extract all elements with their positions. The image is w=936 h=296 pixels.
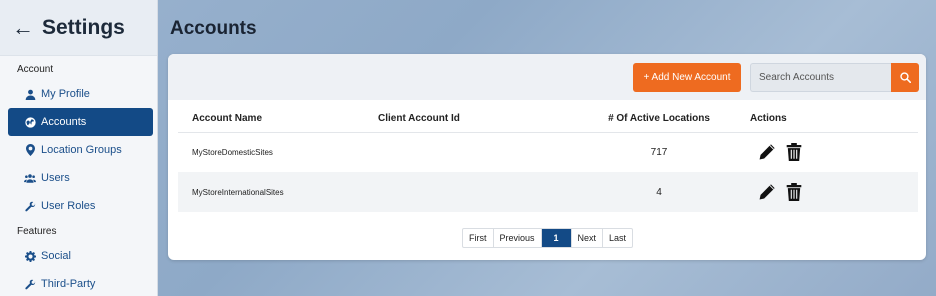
section-label-account: Account [17, 63, 54, 75]
sidebar-item-label: Location Groups [41, 144, 122, 156]
users-icon [24, 173, 36, 184]
wrench-icon [24, 279, 36, 290]
pagination-previous[interactable]: Previous [494, 229, 542, 247]
pagination-current-page[interactable]: 1 [541, 229, 572, 247]
pagination: First Previous 1 Next Last [462, 228, 634, 248]
gear-icon [24, 250, 36, 262]
pagination-next[interactable]: Next [572, 229, 604, 247]
sidebar-item-users[interactable]: Users [8, 164, 153, 192]
edit-pencil-icon[interactable] [758, 183, 776, 201]
table-header-row: Account Name Client Account Id # Of Acti… [178, 106, 918, 133]
sidebar-item-label: Third-Party [41, 278, 96, 290]
sidebar-header: ← Settings [0, 0, 157, 56]
client-account-id-cell [378, 132, 578, 172]
search-icon [899, 72, 911, 83]
settings-sidebar: ← Settings Account My Profile Accounts L… [0, 0, 158, 296]
table-row: MyStoreInternationalSites 4 [178, 172, 918, 212]
column-header-client-account-id[interactable]: Client Account Id [378, 106, 578, 133]
globe-icon [24, 116, 36, 128]
wrench-icon [24, 201, 36, 212]
account-name-cell[interactable]: MyStoreDomesticSites [178, 132, 378, 172]
section-label-features: Features [17, 225, 57, 237]
back-arrow-icon[interactable]: ← [12, 16, 34, 39]
search-box [750, 63, 919, 92]
sidebar-item-social[interactable]: Social [8, 242, 153, 270]
user-icon [24, 89, 36, 100]
sidebar-title: Settings [42, 15, 125, 39]
account-name-cell[interactable]: MyStoreInternationalSites [178, 172, 378, 212]
sidebar-item-label: Accounts [41, 116, 87, 128]
search-button[interactable] [891, 63, 919, 92]
sidebar-item-my-profile[interactable]: My Profile [8, 80, 153, 108]
accounts-toolbar: + Add New Account [168, 54, 926, 100]
column-header-active-locations[interactable]: # Of Active Locations [578, 106, 740, 133]
table-row: MyStoreDomesticSites 717 [178, 132, 918, 172]
sidebar-item-label: Social [41, 250, 71, 262]
sidebar-item-accounts[interactable]: Accounts [8, 108, 153, 136]
sidebar-item-user-roles[interactable]: User Roles [8, 192, 153, 220]
column-header-actions: Actions [740, 106, 918, 133]
page-title: Accounts [170, 18, 257, 39]
pagination-first[interactable]: First [463, 229, 494, 247]
column-header-account-name[interactable]: Account Name [178, 106, 378, 133]
add-new-account-button[interactable]: + Add New Account [633, 63, 741, 92]
map-pin-icon [24, 144, 36, 156]
delete-trash-icon[interactable] [786, 183, 802, 201]
actions-cell [740, 132, 918, 172]
accounts-card: + Add New Account Account Name Client Ac… [168, 54, 926, 260]
active-locations-cell: 4 [578, 172, 740, 212]
active-locations-cell: 717 [650, 146, 668, 158]
client-account-id-cell [378, 172, 578, 212]
sidebar-item-location-groups[interactable]: Location Groups [8, 136, 153, 164]
pagination-last[interactable]: Last [603, 229, 632, 247]
accounts-table: Account Name Client Account Id # Of Acti… [178, 106, 918, 212]
actions-cell [740, 172, 918, 212]
sidebar-item-third-party[interactable]: Third-Party [8, 270, 153, 296]
delete-trash-icon[interactable] [786, 143, 802, 162]
sidebar-item-label: User Roles [41, 200, 96, 212]
search-input[interactable] [750, 63, 891, 92]
edit-pencil-icon[interactable] [758, 143, 776, 161]
sidebar-item-label: Users [41, 172, 70, 184]
sidebar-item-label: My Profile [41, 88, 90, 100]
